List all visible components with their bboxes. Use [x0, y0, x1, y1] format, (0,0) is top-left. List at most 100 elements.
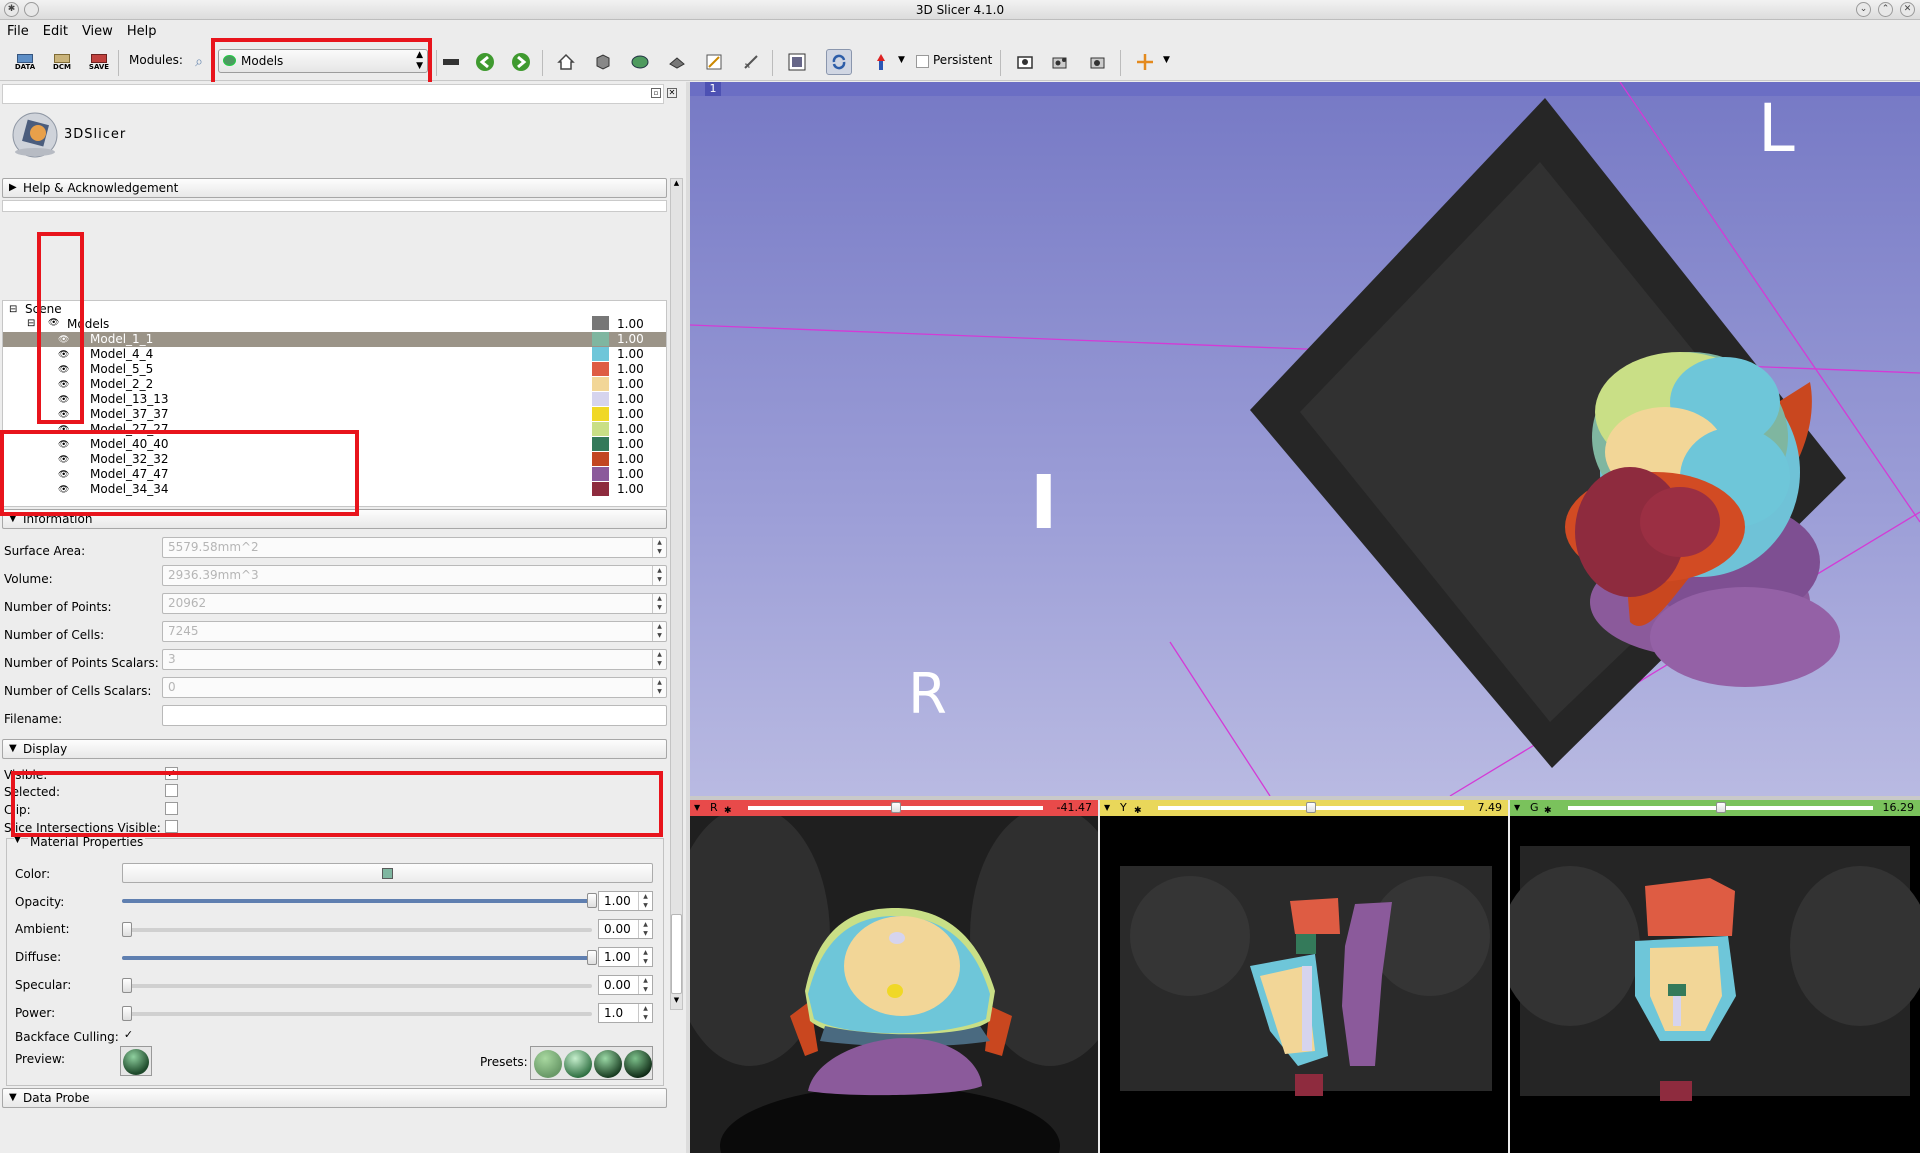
specular-slider-knob[interactable] — [122, 978, 132, 993]
specular-spinbox[interactable]: 0.00 ▲ ▼ — [598, 975, 653, 995]
cell-scalars-field[interactable]: 0 ▲ ▼ — [162, 677, 667, 698]
eye-icon[interactable]: 👁 — [48, 318, 59, 328]
maximize-icon[interactable]: ⌃ — [1878, 2, 1893, 17]
data-probe-section-header[interactable]: ▼ Data Probe — [2, 1088, 667, 1108]
slice-options-icon[interactable]: ▼ — [1514, 803, 1524, 813]
tree-row[interactable]: 👁 Model_5_5 1.00 — [3, 362, 666, 377]
view-sync-button[interactable] — [826, 49, 852, 75]
spin-icon[interactable]: ▲ ▼ — [652, 622, 666, 641]
preset-dark-icon[interactable] — [624, 1050, 652, 1078]
spin-icon[interactable]: ▲ ▼ — [652, 650, 666, 669]
yellow-slice-slider[interactable] — [1158, 802, 1464, 813]
diffuse-spinbox[interactable]: 1.00 ▲ ▼ — [598, 947, 653, 967]
power-slider[interactable] — [122, 1006, 592, 1021]
spin-icon[interactable]: ▲ ▼ — [638, 1004, 652, 1022]
module-selector[interactable]: Models ▲ ▼ — [218, 49, 428, 73]
ambient-spinbox[interactable]: 0.00 ▲ ▼ — [598, 919, 653, 939]
yellow-slice-knob[interactable] — [1306, 802, 1316, 813]
scroll-thumb[interactable] — [671, 914, 682, 994]
power-spinbox[interactable]: 1.0 ▲ ▼ — [598, 1003, 653, 1023]
models-swatch[interactable] — [592, 316, 609, 330]
material-collapse-icon[interactable]: ▼ — [14, 835, 21, 845]
red-slice-knob[interactable] — [890, 802, 901, 813]
eye-icon[interactable]: 👁 — [58, 438, 69, 453]
tree-row-swatch[interactable] — [592, 407, 609, 421]
points-field[interactable]: 20962 ▲ ▼ — [162, 593, 667, 614]
tree-row-swatch[interactable] — [592, 332, 609, 346]
display-section-header[interactable]: ▼ Display — [2, 739, 667, 759]
crosshair-icon[interactable] — [1132, 49, 1158, 75]
minimize-icon[interactable]: ⌄ — [1856, 2, 1871, 17]
tree-row-swatch[interactable] — [592, 347, 609, 361]
data-module-icon[interactable] — [590, 49, 616, 75]
preset-glossy-icon[interactable] — [564, 1050, 592, 1078]
window-pin-icon[interactable] — [24, 2, 39, 17]
slice-options-icon[interactable]: ▼ — [694, 803, 704, 813]
backface-checkbox[interactable]: ✓ — [122, 1029, 135, 1042]
yellow-slice-view[interactable] — [1100, 816, 1508, 1153]
eye-icon[interactable]: 👁 — [58, 393, 69, 408]
tree-row-swatch[interactable] — [592, 467, 609, 481]
load-dicom-button[interactable]: DCM — [49, 49, 75, 75]
spin-icon[interactable]: ▲ ▼ — [638, 920, 652, 938]
scene-view-icon[interactable] — [1048, 49, 1074, 75]
visible-checkbox[interactable]: ✓ — [165, 767, 178, 780]
module-search-icon[interactable]: ⌕ — [186, 49, 212, 75]
eye-icon[interactable]: 👁 — [58, 378, 69, 393]
transforms-module-icon[interactable] — [738, 49, 764, 75]
tree-row[interactable]: 👁 Model_40_40 1.00 — [3, 437, 666, 452]
tree-row-swatch[interactable] — [592, 362, 609, 376]
tree-row-swatch[interactable] — [592, 377, 609, 391]
cells-field[interactable]: 7245 ▲ ▼ — [162, 621, 667, 642]
tree-row[interactable]: 👁 Model_13_13 1.00 — [3, 392, 666, 407]
collapse-scene-icon[interactable]: ⊟ — [9, 304, 17, 315]
back-button[interactable] — [472, 49, 498, 75]
point-scalars-field[interactable]: 3 ▲ ▼ — [162, 649, 667, 670]
eye-icon[interactable]: 👁 — [58, 423, 69, 438]
close-icon[interactable]: ✕ — [1900, 2, 1915, 17]
tree-row-swatch[interactable] — [592, 437, 609, 451]
spin-icon[interactable]: ▲ ▼ — [638, 892, 652, 910]
spin-icon[interactable]: ▲ ▼ — [652, 678, 666, 697]
green-slice-knob[interactable] — [1715, 802, 1726, 813]
diffuse-slider[interactable] — [122, 950, 597, 965]
scene-restore-icon[interactable] — [1086, 49, 1112, 75]
tree-row[interactable]: 👁 Model_4_4 1.00 — [3, 347, 666, 362]
slice-options-icon[interactable]: ▼ — [1104, 803, 1114, 813]
tree-row[interactable]: 👁 Model_37_37 1.00 — [3, 407, 666, 422]
spin-icon[interactable]: ▲ ▼ — [652, 566, 666, 585]
menu-help[interactable]: Help — [120, 21, 164, 39]
app-menu-icon[interactable]: ✱ — [4, 2, 19, 17]
tree-row[interactable]: 👁 Model_2_2 1.00 — [3, 377, 666, 392]
red-slice-view[interactable] — [690, 816, 1098, 1153]
module-history-button[interactable] — [438, 49, 464, 75]
menu-edit[interactable]: Edit — [36, 21, 75, 39]
tree-row-swatch[interactable] — [592, 392, 609, 406]
power-slider-knob[interactable] — [122, 1006, 132, 1021]
tree-row-swatch[interactable] — [592, 452, 609, 466]
collapse-models-icon[interactable]: ⊟ — [27, 318, 35, 329]
volume-field[interactable]: 2936.39mm^3 ▲ ▼ — [162, 565, 667, 586]
eye-icon[interactable]: 👁 — [58, 453, 69, 468]
filename-field[interactable] — [162, 705, 667, 726]
diffuse-slider-knob[interactable] — [587, 950, 597, 965]
help-section-header[interactable]: ▶ Help & Acknowledgement — [2, 178, 667, 198]
panel-close-icon[interactable]: ✕ — [667, 88, 677, 98]
eye-icon[interactable]: 👁 — [58, 483, 69, 498]
editor-module-icon[interactable] — [701, 49, 727, 75]
scroll-down-icon[interactable]: ▼ — [671, 996, 682, 1008]
opacity-spinbox[interactable]: 1.00 ▲ ▼ — [598, 891, 653, 911]
ambient-slider[interactable] — [122, 922, 592, 937]
save-button[interactable]: SAVE — [86, 49, 112, 75]
load-data-button[interactable]: DATA — [12, 49, 38, 75]
panel-scrollbar[interactable]: ▲ ▼ — [670, 178, 683, 1010]
models-module-icon[interactable] — [664, 49, 690, 75]
view-3d[interactable]: 1 L R I — [690, 82, 1920, 796]
menu-file[interactable]: File — [0, 21, 36, 39]
model-hierarchy-tree[interactable]: ⊟ Scene ⊟ 👁 Models 1.00 👁 Model_1_1 1.00 👁 M… — [2, 300, 667, 507]
scroll-up-icon[interactable]: ▲ — [671, 179, 682, 191]
tree-row[interactable]: 👁 Model_27_27 1.00 — [3, 422, 666, 437]
tree-row[interactable]: 👁 Model_32_32 1.00 — [3, 452, 666, 467]
information-section-header[interactable]: ▼ Information — [2, 509, 667, 529]
crosshair-dropdown-icon[interactable]: ▼ — [1163, 55, 1170, 65]
